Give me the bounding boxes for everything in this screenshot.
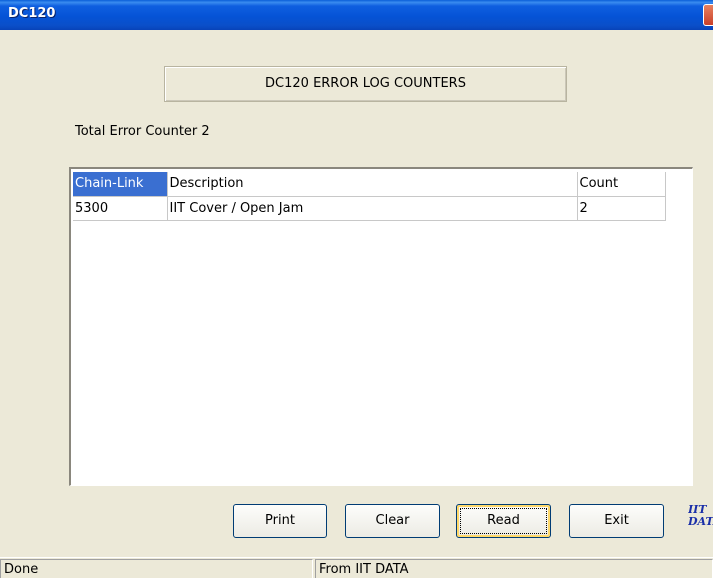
total-error-counter: Total Error Counter 2 [75,124,210,139]
error-log-counters-button[interactable]: DC120 ERROR LOG COUNTERS [164,66,567,102]
column-header-count[interactable]: Count [577,172,666,197]
cell-description: IIT Cover / Open Jam [167,196,578,221]
window-title: DC120 [8,6,56,21]
dc120-window: DC120 DC120 ERROR LOG COUNTERS Total Err… [0,0,713,578]
cell-chain-link: 5300 [73,196,168,221]
error-log-list[interactable]: Chain-Link Description Count 5300 IIT Co… [69,167,693,486]
table-header-row: Chain-Link Description Count [73,172,666,197]
column-header-description[interactable]: Description [167,172,578,197]
exit-button[interactable]: Exit [569,504,664,538]
status-pane-right: From IIT DATA [315,559,713,578]
column-header-chain-link[interactable]: Chain-Link [73,172,168,197]
clear-button[interactable]: Clear [345,504,440,538]
error-log-table: Chain-Link Description Count 5300 IIT Co… [73,172,666,221]
table-row[interactable]: 5300 IIT Cover / Open Jam 2 [73,196,666,221]
total-error-counter-label: Total Error Counter [75,124,198,139]
read-button[interactable]: Read [456,504,551,538]
status-bar: Done From IIT DATA [0,557,713,578]
total-error-counter-value: 2 [201,124,210,139]
print-button[interactable]: Print [233,504,327,538]
close-button[interactable] [703,4,713,26]
status-pane-left: Done [0,559,313,578]
iit-data-logo: IIT DATA [688,504,713,528]
title-bar[interactable]: DC120 [0,0,713,30]
cell-count: 2 [577,196,666,221]
